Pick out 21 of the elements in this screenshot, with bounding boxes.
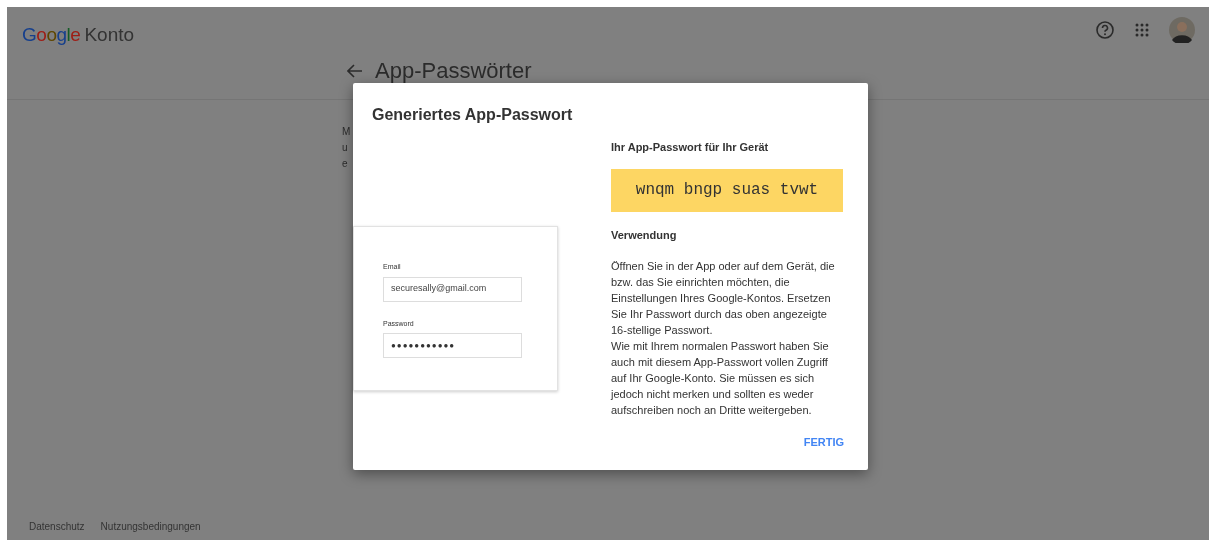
product-name: Konto	[84, 23, 135, 47]
password-field: ●●●●●●●●●●●	[383, 333, 522, 358]
generated-password: wnqm bngp suas tvwt	[611, 168, 843, 212]
back-arrow-icon[interactable]	[347, 64, 363, 78]
usage-paragraph: Öffnen Sie in der App oder auf dem Gerät, die bzw. das Sie einrichten möchten, die Einstellungen Ihres Google-Kontos. Ersetzen Sie Ihr Passwort durch das oben angezeigte 16-stellige Passwort.	[611, 259, 836, 338]
email-field: securesally@gmail.com	[383, 276, 522, 302]
apps-grid-icon[interactable]	[1135, 23, 1149, 37]
dialog-title: Generiertes App-Passwort	[372, 105, 573, 125]
footer-link[interactable]: Datenschutz	[29, 519, 85, 534]
password-heading: Ihr App-Passwort für Ihr Gerät	[611, 140, 770, 155]
text-fragment: e	[342, 157, 349, 171]
done-button[interactable]: FERTIG	[803, 434, 844, 451]
footer-link[interactable]: Nutzungsbedingungen	[100, 519, 201, 534]
avatar-icon[interactable]	[1169, 17, 1195, 43]
usage-paragraph: Wie mit Ihrem normalen Passwort haben Sie auch mit diesem App-Passwort vollen Zugriff auf Ihr Google-Konto. Sie müssen es sich jedoch nicht merken und sollten es weder aufschreiben noch an Dritte weitergeben.	[611, 339, 830, 418]
text-fragment: M	[342, 125, 351, 139]
usage-heading: Verwendung	[611, 227, 678, 243]
text-fragment: u	[342, 141, 349, 155]
page-title: App-Passwörter	[375, 60, 532, 82]
help-icon[interactable]	[1095, 20, 1115, 40]
logo[interactable]: Google	[22, 21, 81, 50]
